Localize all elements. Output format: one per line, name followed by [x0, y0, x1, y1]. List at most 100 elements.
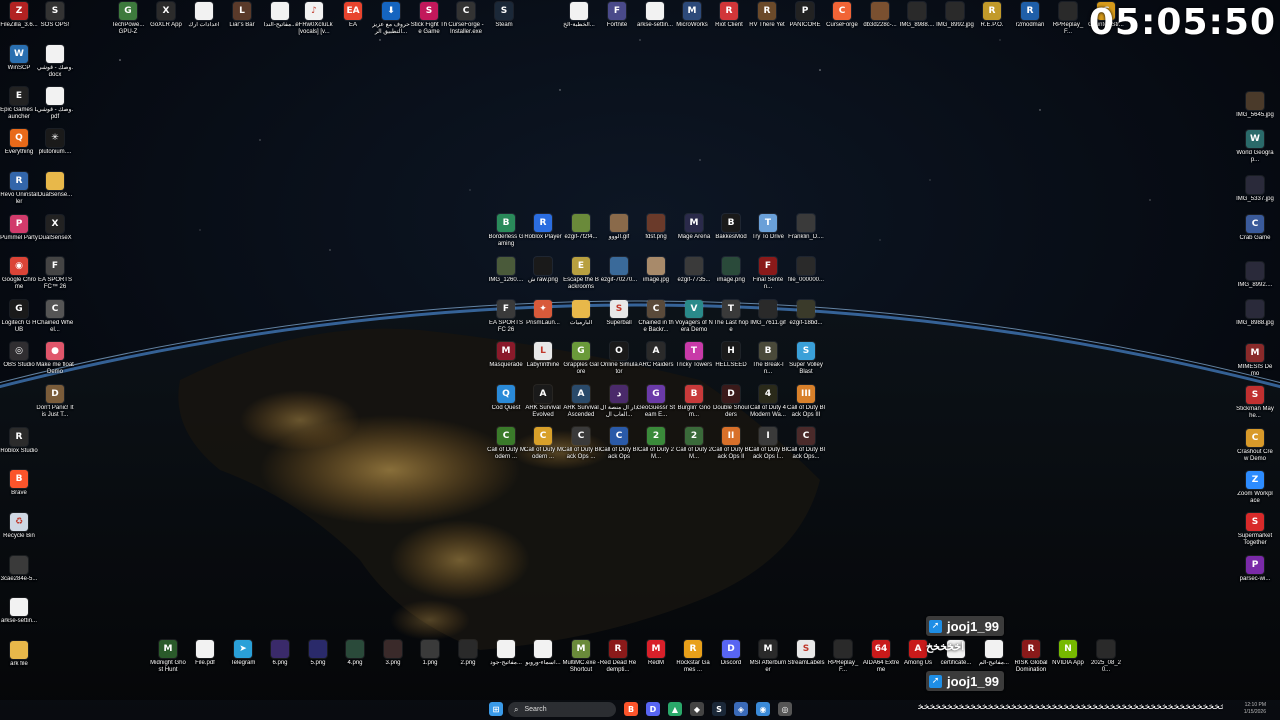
desktop-shortcut[interactable]: M MicroWorks — [673, 2, 711, 29]
desktop-shortcut[interactable]: B The Break-In... — [749, 342, 787, 376]
desktop-shortcut[interactable]: IMG_7611.gif — [749, 300, 787, 327]
desktop-shortcut[interactable]: IMG_8992.jpg — [936, 2, 974, 29]
desktop-shortcut[interactable]: مفاتيح-الندا... — [261, 2, 299, 29]
desktop-shortcut[interactable]: S Stick Fight The Game — [410, 2, 448, 36]
desktop-shortcut[interactable]: ➤ Telegram — [224, 640, 262, 667]
desktop-shortcut[interactable]: ⬇ حروف مع عزيز التطبيق الر... — [372, 2, 410, 36]
taskbar-app-icon[interactable]: ◆ — [690, 702, 704, 716]
desktop-shortcut[interactable]: D Discord — [712, 640, 750, 667]
desktop-shortcut[interactable]: L Liar's Bar — [223, 2, 261, 29]
desktop-shortcut[interactable]: D Double Shoulders — [712, 385, 750, 419]
desktop-shortcut[interactable]: 2 Call of Duty 2 M... — [637, 427, 675, 461]
desktop-shortcut[interactable]: مفاتيح-الم... — [975, 640, 1013, 667]
desktop-shortcut[interactable]: R Rockstar Games ... — [674, 640, 712, 674]
desktop-shortcut[interactable]: T The Last hope — [712, 300, 750, 334]
desktop-shortcut[interactable]: file_000000... — [787, 257, 825, 284]
desktop-shortcut[interactable]: A ARK Survival Ascended — [562, 385, 600, 419]
desktop-shortcut[interactable]: image.png — [712, 257, 750, 284]
desktop-shortcut[interactable]: 4.png — [336, 640, 374, 667]
desktop-shortcut[interactable]: RPReplay_F... — [824, 640, 862, 674]
desktop-shortcut[interactable]: arkse-settin... — [0, 598, 38, 625]
desktop-shortcut[interactable]: S Super Volley Blast — [787, 342, 825, 376]
desktop-shortcut[interactable]: II Call of Duty Black Ops II — [712, 427, 750, 461]
desktop-shortcut[interactable]: S Steam — [485, 2, 523, 29]
desktop-shortcut[interactable]: وصك - قوشي.pdf — [36, 87, 74, 121]
desktop-shortcut[interactable]: Z FileZilla_3.6... — [0, 2, 38, 29]
desktop-shortcut[interactable]: IMG_8988.... — [898, 2, 936, 29]
desktop-shortcut[interactable]: fdsf.png — [637, 214, 675, 241]
desktop-shortcut[interactable]: 3.png — [374, 640, 412, 667]
desktop-shortcut[interactable]: image.jpg — [637, 257, 675, 284]
desktop-shortcut[interactable]: M RedM — [637, 640, 675, 667]
desktop-shortcut[interactable]: د دار ال منصة ال العاب ال... — [600, 385, 638, 419]
desktop-shortcut[interactable]: IMG_1260.... — [487, 257, 525, 284]
desktop-shortcut[interactable]: C Crab Game — [1236, 215, 1274, 242]
desktop-shortcut[interactable]: IMG_5337.jpg — [1236, 176, 1274, 203]
desktop-shortcut[interactable]: C Crashout Crew Demo — [1236, 429, 1274, 463]
desktop-shortcut[interactable]: Q Cod Quest — [487, 385, 525, 412]
desktop-shortcut[interactable]: R Revo Uninstaller — [0, 172, 38, 206]
desktop-shortcut[interactable]: S Supermarket Together — [1236, 513, 1274, 547]
taskbar-app-icon[interactable]: ▲ — [668, 702, 682, 716]
desktop-shortcut[interactable]: G TechPowe... GPU-Z — [109, 2, 147, 36]
desktop-shortcut[interactable]: G GeoGuessr Steam E... — [637, 385, 675, 419]
desktop-shortcut[interactable]: M Mage Arena — [675, 214, 713, 241]
desktop-shortcut[interactable]: ezgif-7f2f4... — [562, 214, 600, 241]
taskbar-steam-icon[interactable]: S — [712, 702, 726, 716]
desktop-shortcut[interactable]: F EA SPORTS FC™ 26 — [36, 257, 74, 291]
desktop-shortcut[interactable]: 64 AIDA64 Extreme — [862, 640, 900, 674]
desktop-shortcut[interactable]: R RV There Yet — [748, 2, 786, 29]
desktop-shortcut[interactable]: DualSense... — [36, 172, 74, 199]
desktop-shortcut[interactable]: F Final Senten... — [749, 257, 787, 291]
desktop-shortcut[interactable]: R RISK Global Domination — [1012, 640, 1050, 674]
desktop-shortcut[interactable]: F EA SPORTS FC 26 — [487, 300, 525, 334]
desktop-shortcut[interactable]: H HELLSEED — [712, 342, 750, 369]
desktop-shortcut[interactable]: Pparsec-wi... — [1236, 556, 1274, 583]
desktop-shortcut[interactable]: الووو.gif — [600, 214, 638, 241]
desktop-shortcut[interactable]: C Call of Duty Black Ops... — [787, 427, 825, 461]
desktop-shortcut[interactable]: RPReplay_F... — [1049, 2, 1087, 36]
desktop-shortcut[interactable]: 2.png — [449, 640, 487, 667]
desktop-shortcut[interactable]: C Call of Duty Black Ops — [600, 427, 638, 461]
desktop-shortcut[interactable]: M Masquerade — [487, 342, 525, 369]
desktop-shortcut[interactable]: R Roblox Studio — [0, 428, 38, 455]
desktop-shortcut[interactable]: T Tricky Towers — [675, 342, 713, 369]
desktop-shortcut[interactable]: S StreamLabels — [787, 640, 825, 667]
desktop-shortcut[interactable]: P Pummel Party — [0, 215, 38, 242]
desktop-shortcut[interactable]: R Red Dead Redempti... — [599, 640, 637, 674]
desktop-shortcut[interactable]: L Labyrinthine — [524, 342, 562, 369]
desktop-shortcut[interactable]: Franklin_D.... — [787, 214, 825, 241]
desktop-shortcut[interactable]: C Call of Duty Black Ops ... — [562, 427, 600, 461]
desktop-shortcut[interactable]: 2025_08_20... — [1087, 640, 1125, 674]
desktop-shortcut[interactable]: C Call of Duty Modern ... — [487, 427, 525, 461]
desktop-shortcut[interactable]: A ARK Survival Evolved — [524, 385, 562, 419]
desktop-shortcut[interactable]: EA EA — [334, 2, 372, 29]
desktop-shortcut[interactable]: B Borderless Gaming — [487, 214, 525, 248]
desktop-shortcut[interactable]: IMG_8988.jpg — [1236, 300, 1274, 327]
desktop-shortcut[interactable]: F Fortnite — [598, 2, 636, 29]
desktop-shortcut[interactable]: 2 Call of Duty 2 M... — [675, 427, 713, 461]
desktop-shortcut[interactable]: ● Make me float Demo — [36, 342, 74, 376]
desktop-shortcut[interactable]: S SOS OPS! — [36, 2, 74, 29]
taskbar-brave-icon[interactable]: B — [624, 702, 638, 716]
desktop-shortcut[interactable]: S Superball — [600, 300, 638, 327]
desktop-shortcut[interactable]: V Voyagers of Nera Demo — [675, 300, 713, 334]
desktop-shortcut[interactable]: G Logitech G HUB — [0, 300, 38, 334]
desktop-shortcut[interactable]: R Riot Client — [710, 2, 748, 29]
taskbar-app-icon[interactable]: ◉ — [756, 702, 770, 716]
desktop-shortcut[interactable]: 5.png — [299, 640, 337, 667]
desktop-shortcut[interactable]: ◉ Google Chrome — [0, 257, 38, 291]
desktop-shortcut[interactable]: الخطبة-الخ... — [560, 2, 598, 29]
desktop-shortcut[interactable]: ♪ eFRw0XcIuLk [vocals] [v... — [295, 2, 333, 36]
desktop-shortcut[interactable]: M Midnight Ghost Hunt — [149, 640, 187, 674]
desktop-shortcut[interactable]: M MSI Afterburner — [749, 640, 787, 674]
taskbar-app-icon[interactable]: ◈ — [734, 702, 748, 716]
desktop-shortcut[interactable]: C CurseForge — [823, 2, 861, 29]
taskbar-discord-icon[interactable]: D — [646, 702, 660, 716]
desktop-shortcut[interactable]: E Epic Games Launcher — [0, 87, 38, 121]
desktop-shortcut[interactable]: ark file — [0, 641, 38, 668]
taskbar-app-icon[interactable]: ◎ — [778, 702, 792, 716]
desktop-shortcut[interactable]: M MIMESIS Demo — [1236, 344, 1274, 378]
desktop-shortcut[interactable]: B Burglin' Gnom... — [675, 385, 713, 419]
desktop-shortcut[interactable]: ♻ Recycle Bin — [0, 513, 38, 540]
